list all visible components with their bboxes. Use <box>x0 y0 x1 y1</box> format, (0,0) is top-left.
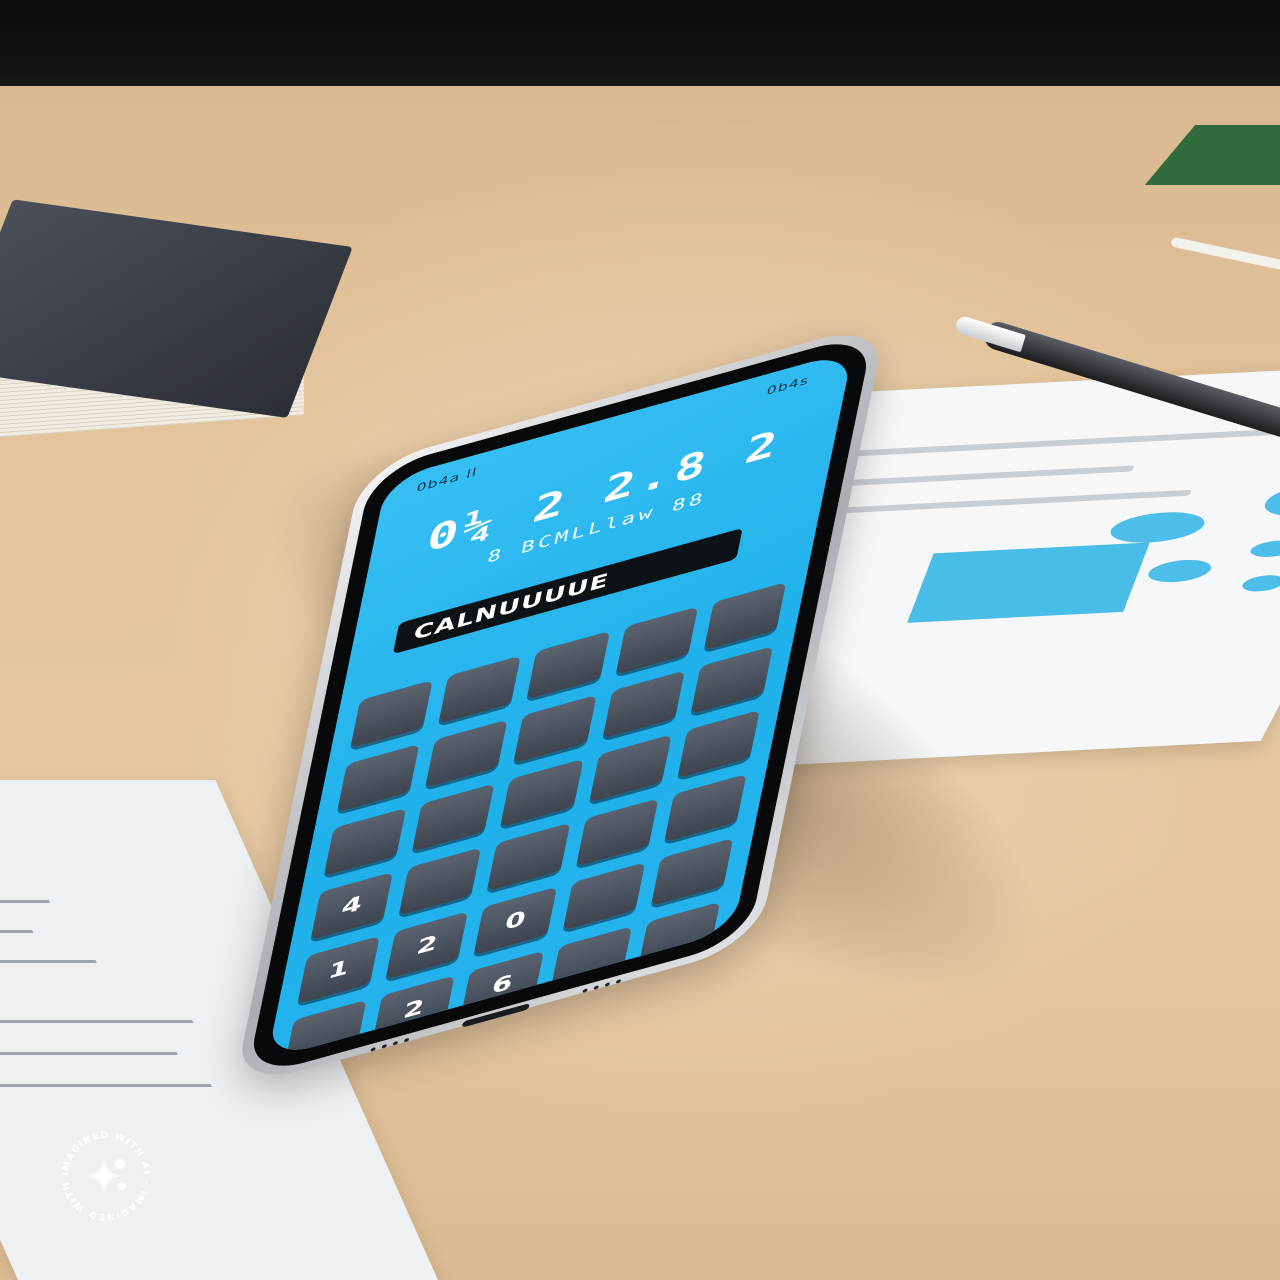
calculator-key[interactable] <box>703 582 787 651</box>
watermark-badge: IMAGINED WITH AI · IMAGINED WITH AI · <box>58 1128 154 1224</box>
calculator-key[interactable] <box>412 783 495 852</box>
calculator-key[interactable] <box>323 807 407 877</box>
chart-bar <box>907 542 1150 623</box>
chart-dot <box>1103 510 1212 545</box>
calculator-key[interactable] <box>690 645 774 715</box>
text-line <box>0 1084 213 1087</box>
calculator-key[interactable] <box>526 630 610 700</box>
text-line <box>849 428 1280 457</box>
text-line <box>0 1020 194 1023</box>
calculator-key[interactable]: 2 <box>385 911 469 980</box>
calculator-key[interactable]: 0 <box>473 886 557 956</box>
calculator-key[interactable] <box>615 606 698 676</box>
status-bar-right: 0b4s <box>765 373 811 399</box>
text-line <box>798 489 1193 516</box>
calculator-key[interactable] <box>650 837 734 907</box>
calculator-key[interactable] <box>487 822 570 892</box>
chart-dot <box>1257 483 1280 518</box>
text-line <box>0 900 51 903</box>
photo-scene: 0b4a ll 0b4s 0¼ 2 2.8 2 8 BCMLLlaw 88 CA… <box>0 0 1280 1280</box>
calculator-key[interactable] <box>663 773 747 843</box>
calculator-key[interactable] <box>438 655 522 724</box>
calculator-key[interactable] <box>601 670 685 739</box>
calculator-key[interactable] <box>398 847 482 916</box>
calculator-key[interactable] <box>350 679 433 749</box>
calculator-key[interactable] <box>562 862 646 931</box>
chart-dot <box>1246 539 1280 558</box>
calculator-key[interactable] <box>575 798 659 867</box>
sparkle-icon <box>88 1159 126 1192</box>
closed-book <box>0 195 353 486</box>
calculator-key[interactable] <box>588 734 672 803</box>
status-bar-left: 0b4a ll <box>415 465 479 496</box>
text-line <box>0 1052 178 1055</box>
calculator-key[interactable] <box>336 743 420 813</box>
calculator-key[interactable] <box>284 999 367 1060</box>
calculator-key[interactable] <box>500 758 584 828</box>
text-line <box>823 465 1136 488</box>
chart-dot <box>1238 574 1280 593</box>
calculator-key[interactable]: 4 <box>310 871 394 941</box>
text-line <box>0 930 34 933</box>
text-line <box>0 960 97 963</box>
calculator-key[interactable]: 1 <box>297 935 381 1005</box>
calculator-key[interactable] <box>677 709 760 779</box>
app-title: CALNUUUUE <box>411 568 612 645</box>
calculator-key[interactable] <box>425 719 509 788</box>
chart-dot <box>1143 558 1217 584</box>
calculator-key[interactable] <box>513 694 597 764</box>
